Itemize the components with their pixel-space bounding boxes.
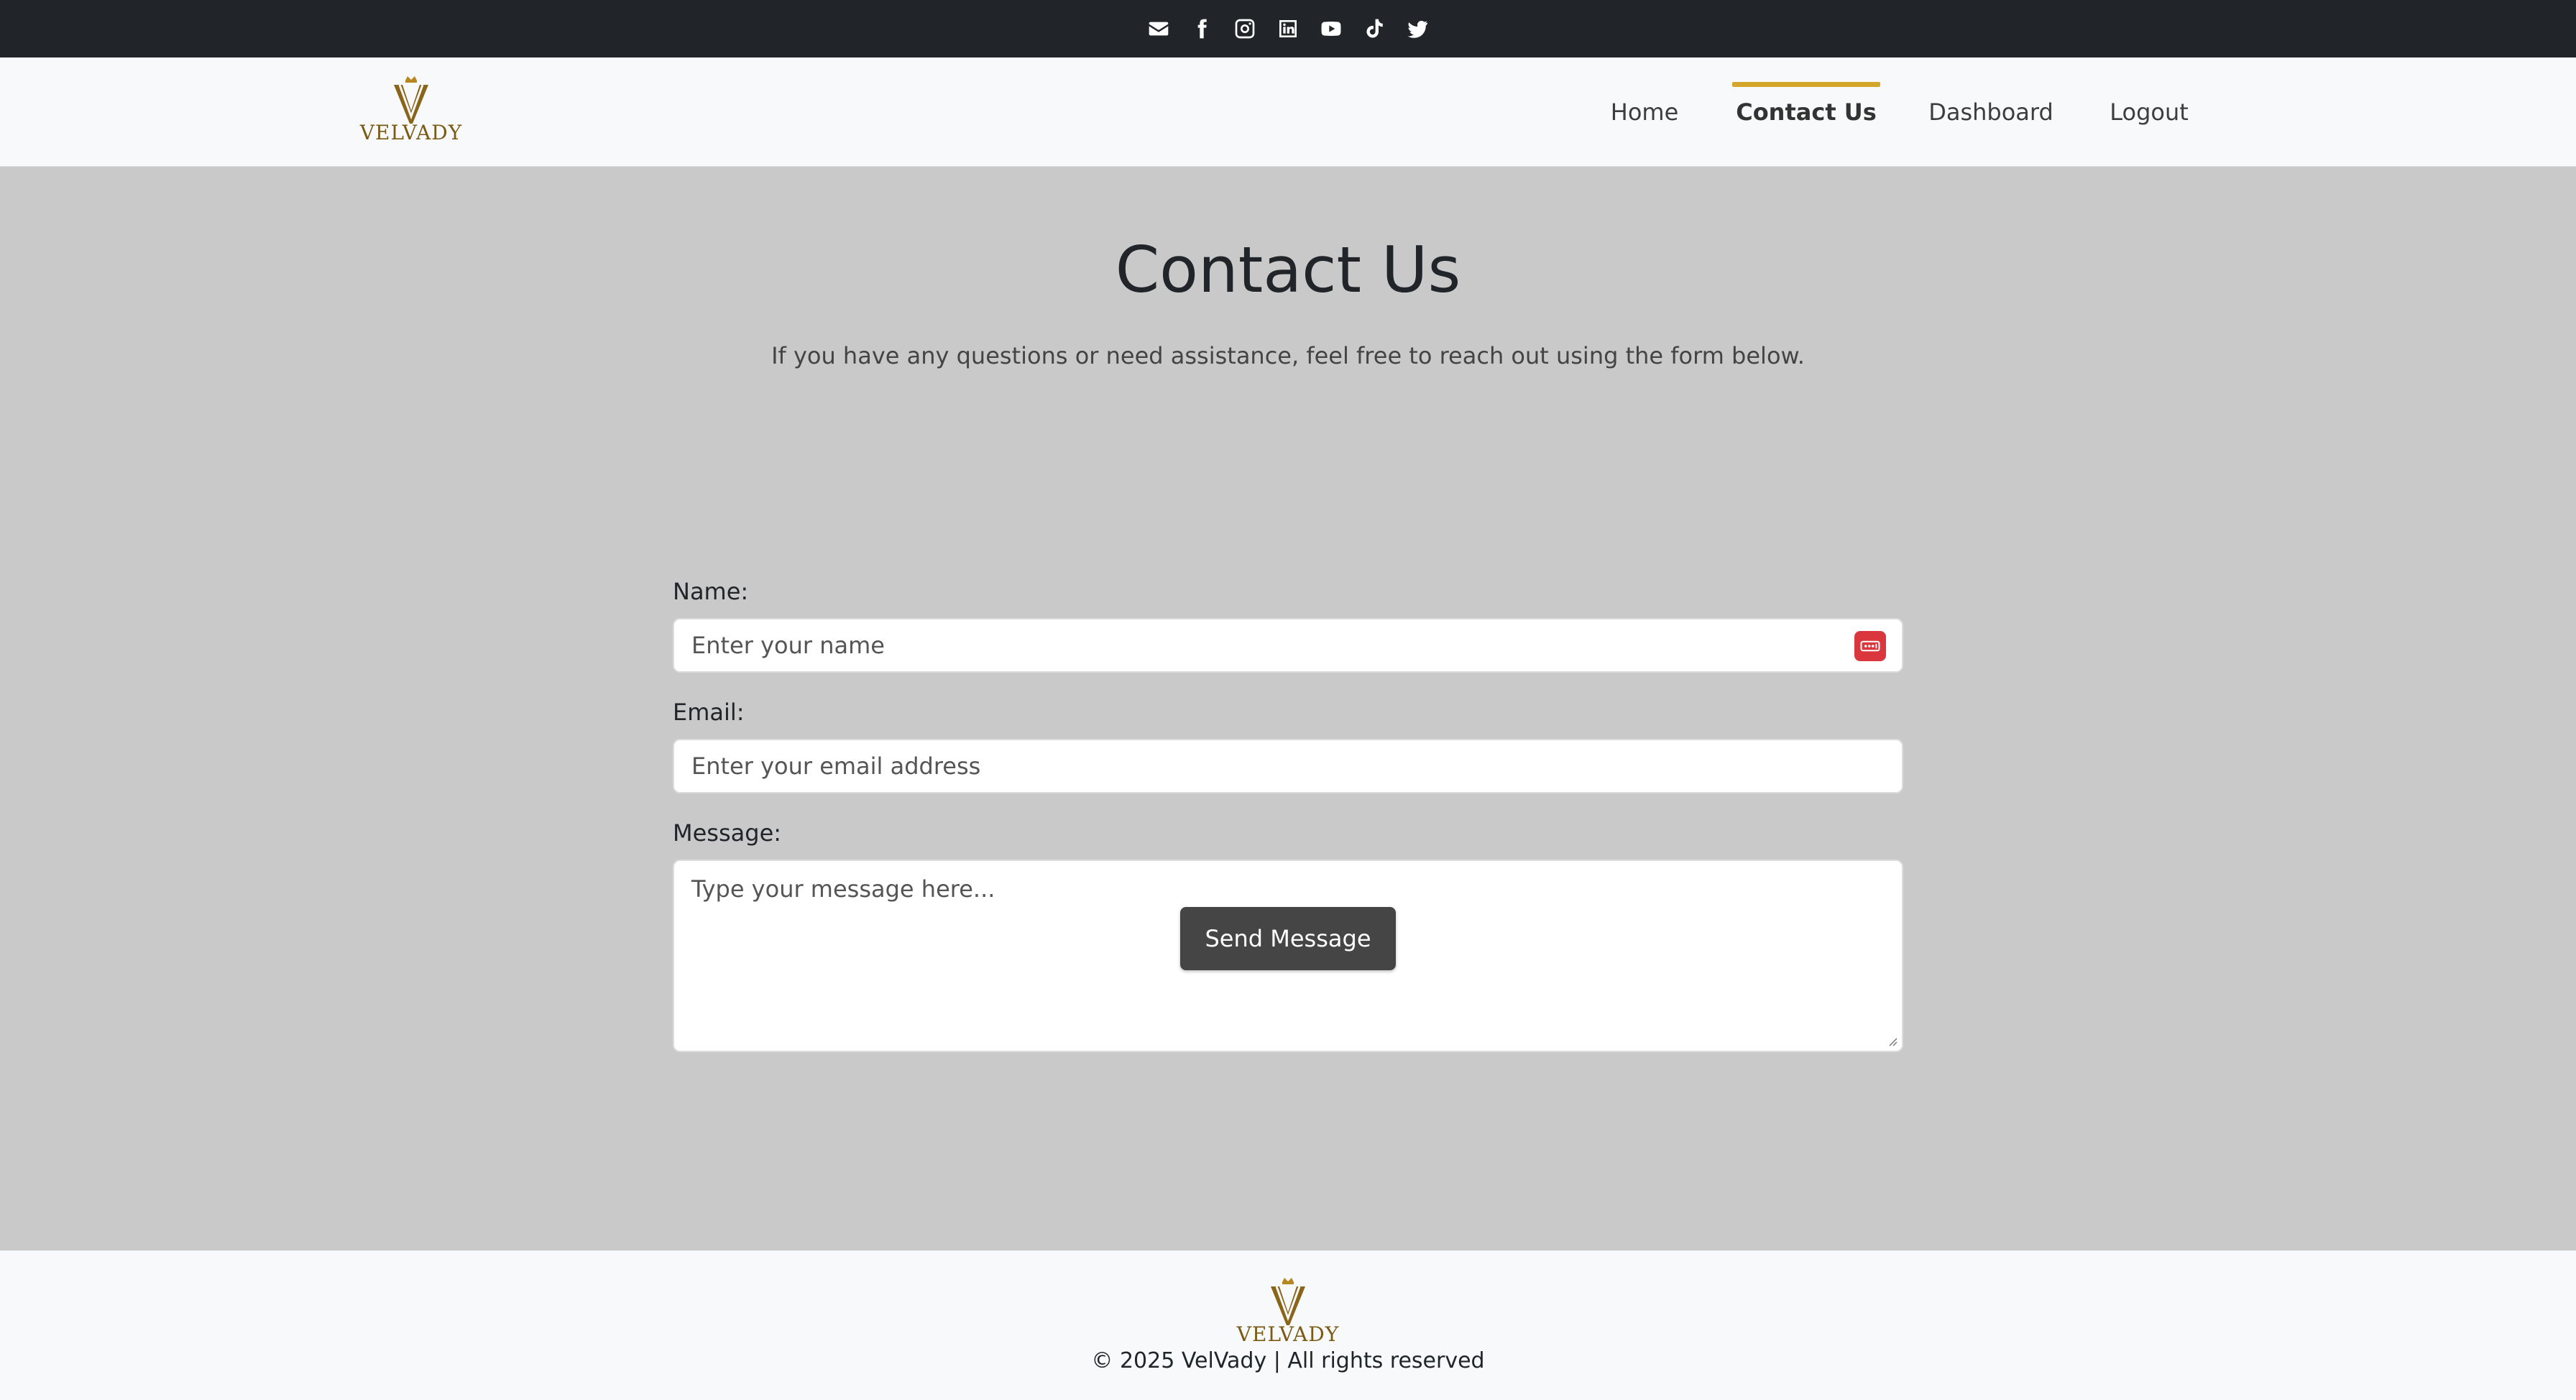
page-intro: If you have any questions or need assist… [771,342,1805,369]
tiktok-icon[interactable] [1361,15,1388,42]
footer-brand-name: VELVADY [1236,1322,1340,1346]
facebook-icon[interactable] [1188,15,1215,42]
name-placeholder: Enter your name [691,632,885,659]
envelope-icon[interactable] [1145,15,1172,42]
brand-name: VELVADY [359,121,463,144]
nav-dashboard[interactable]: Dashboard [1928,57,2053,167]
email-label: Email: [673,699,745,726]
nav-contact-us[interactable]: Contact Us [1732,57,1880,167]
email-placeholder: Enter your email address [691,752,981,780]
nav-logout[interactable]: Logout [2110,57,2189,167]
nav-home[interactable]: Home [1611,57,1679,167]
message-placeholder: Type your message here... [691,875,995,903]
youtube-icon[interactable] [1317,15,1345,42]
page-title: Contact Us [1115,233,1461,307]
main-navbar: VELVADY Home Contact Us Dashboard Logout [0,57,2576,167]
crown-v-icon [394,76,428,124]
send-message-button[interactable]: Send Message [1180,907,1396,970]
resize-handle-icon[interactable] [1887,1036,1898,1046]
twitter-icon[interactable] [1404,15,1431,42]
copyright-text: © 2025 VelVady | All rights reserved [1091,1348,1485,1373]
social-bar [0,0,2576,57]
email-field[interactable]: Enter your email address [673,739,1903,793]
password-manager-icon[interactable] [1854,631,1886,661]
footer-logo: VELVADY [1230,1275,1346,1354]
crown-v-icon [1271,1278,1305,1325]
message-label: Message: [673,819,782,847]
name-field[interactable]: Enter your name [673,618,1903,673]
instagram-icon[interactable] [1231,15,1259,42]
name-label: Name: [673,578,749,605]
brand-logo[interactable]: VELVADY [354,73,469,152]
linkedin-icon[interactable] [1274,15,1302,42]
main-content: Contact Us If you have any questions or … [0,167,2576,1251]
footer: VELVADY © 2025 VelVady | All rights rese… [0,1251,2576,1400]
